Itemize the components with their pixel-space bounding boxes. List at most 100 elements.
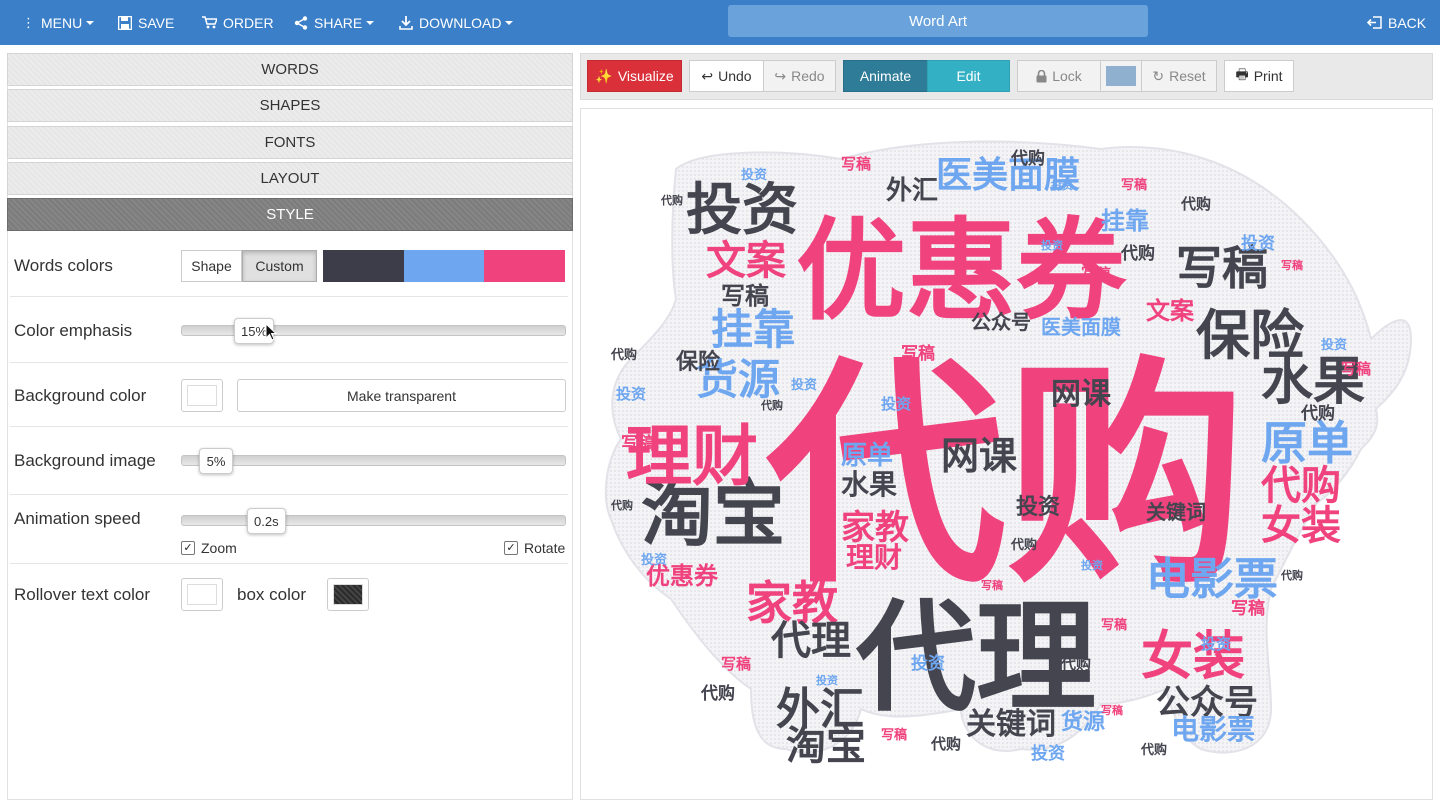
- cloud-word-small[interactable]: 写稿: [1081, 265, 1111, 283]
- accordion-style[interactable]: STYLE: [7, 198, 573, 231]
- accordion-words[interactable]: WORDS: [7, 53, 573, 86]
- cloud-word[interactable]: 写稿: [721, 282, 769, 310]
- edit-button[interactable]: Edit: [927, 60, 1010, 92]
- cloud-word-small[interactable]: 代购: [1010, 537, 1037, 553]
- lock-button[interactable]: Lock: [1017, 60, 1101, 92]
- cloud-word-small[interactable]: 代购: [1280, 568, 1303, 582]
- cloud-word[interactable]: 理财: [846, 541, 902, 574]
- animation-speed-handle[interactable]: 0.2s: [247, 508, 286, 534]
- zoom-checkbox[interactable]: ✓ Zoom: [181, 540, 237, 556]
- cloud-word[interactable]: 代理: [770, 618, 851, 664]
- cloud-word-small[interactable]: 代购: [1060, 655, 1091, 673]
- word-cloud-pig[interactable]: 代购优惠券代理淘宝理财水果保险投资原单电影票女装家教外汇医美面膜写稿文案挂靠货源…: [581, 109, 1432, 799]
- visualize-button[interactable]: ✨ Visualize: [587, 60, 682, 92]
- cloud-word[interactable]: 公众号: [971, 310, 1031, 334]
- background-image-handle[interactable]: 5%: [199, 448, 233, 474]
- cloud-word[interactable]: 水果: [841, 468, 897, 501]
- cloud-word-small[interactable]: 写稿: [1341, 360, 1371, 378]
- print-button[interactable]: 🖶 Print: [1224, 60, 1294, 92]
- cloud-word[interactable]: 外汇: [886, 176, 938, 206]
- cloud-word-small[interactable]: 投资: [616, 385, 646, 403]
- cloud-word[interactable]: 保险: [1196, 304, 1305, 367]
- cloud-word-small[interactable]: 写稿: [881, 727, 907, 743]
- cloud-word[interactable]: 理财: [626, 418, 758, 495]
- cloud-word[interactable]: 关键词: [1146, 500, 1206, 524]
- cloud-word-small[interactable]: 代购: [1120, 243, 1155, 264]
- cloud-word-small[interactable]: 写稿: [841, 155, 871, 173]
- cloud-word[interactable]: 医美面膜: [1041, 315, 1121, 339]
- cloud-word-small[interactable]: 代购: [930, 735, 961, 753]
- cloud-word[interactable]: 挂靠: [711, 305, 795, 354]
- cloud-word-small[interactable]: 写稿: [721, 655, 751, 673]
- cloud-word[interactable]: 原单: [841, 441, 893, 471]
- cloud-word-small[interactable]: 代购: [1180, 195, 1211, 213]
- box-color-picker[interactable]: [327, 578, 369, 611]
- cloud-word-small[interactable]: 投资: [1201, 635, 1231, 653]
- cloud-word[interactable]: 电影票: [1171, 713, 1255, 746]
- cloud-word[interactable]: 保险: [675, 349, 721, 375]
- cloud-word-small[interactable]: 写稿: [621, 433, 655, 454]
- cloud-word-small[interactable]: 投资: [1081, 558, 1103, 572]
- background-color-picker[interactable]: [181, 379, 223, 412]
- cloud-word[interactable]: 女装: [1261, 503, 1341, 549]
- cloud-word-small[interactable]: 投资: [641, 552, 667, 568]
- cloud-word[interactable]: 关键词: [966, 707, 1056, 742]
- cloud-word-small[interactable]: 写稿: [1101, 703, 1123, 717]
- cloud-word-small[interactable]: 投资: [816, 673, 838, 687]
- document-title[interactable]: Word Art: [728, 5, 1148, 37]
- cloud-word-small[interactable]: 代购: [1300, 403, 1335, 424]
- cloud-word-small[interactable]: 写稿: [1231, 598, 1265, 619]
- color-swatch-dark[interactable]: [323, 250, 404, 282]
- cloud-word-small[interactable]: 投资: [1051, 178, 1073, 192]
- cloud-word[interactable]: 文案: [1146, 297, 1195, 325]
- cloud-word-small[interactable]: 投资: [911, 653, 945, 674]
- cloud-word[interactable]: 网课: [1051, 377, 1112, 412]
- accordion-shapes[interactable]: SHAPES: [7, 89, 573, 122]
- cloud-word[interactable]: 电影票: [1146, 554, 1278, 605]
- order-button[interactable]: ORDER: [202, 0, 274, 45]
- cloud-word-small[interactable]: 投资: [741, 167, 767, 183]
- word-art-canvas[interactable]: 代购 优惠券 代理 淘宝 理财 水果 保险 投资 原单 电影票 女装 家教 外汇 医美面膜 写稿 文案 挂靠 货源…: [580, 108, 1433, 800]
- rollover-text-color-picker[interactable]: [181, 578, 223, 611]
- cloud-word-small[interactable]: 代购: [1140, 742, 1167, 758]
- cloud-word-small[interactable]: 代购: [1010, 148, 1045, 169]
- rotate-checkbox[interactable]: ✓ Rotate: [504, 540, 565, 556]
- cloud-word-small[interactable]: 投资: [881, 395, 911, 413]
- share-button[interactable]: SHARE: [294, 0, 375, 45]
- shape-colors-button[interactable]: Shape: [181, 250, 242, 282]
- cloud-word-small[interactable]: 代购: [700, 683, 735, 704]
- cloud-word[interactable]: 投资: [686, 178, 798, 243]
- cloud-word[interactable]: 淘宝: [786, 723, 866, 769]
- background-image-slider[interactable]: [181, 455, 566, 466]
- save-button[interactable]: SAVE: [118, 0, 174, 45]
- cloud-word[interactable]: 网课: [941, 434, 1017, 478]
- accordion-fonts[interactable]: FONTS: [7, 126, 573, 159]
- cloud-word-small[interactable]: 投资: [1041, 238, 1063, 252]
- cloud-word-small[interactable]: 代购: [660, 193, 683, 207]
- lock-color-button[interactable]: [1100, 60, 1142, 92]
- cloud-word-small[interactable]: 代购: [760, 398, 783, 412]
- cloud-word-small[interactable]: 写稿: [901, 343, 935, 364]
- download-button[interactable]: DOWNLOAD: [399, 0, 514, 45]
- color-swatch-blue[interactable]: [404, 250, 484, 282]
- cloud-word[interactable]: 挂靠: [1101, 207, 1149, 235]
- back-button[interactable]: BACK: [1367, 0, 1426, 45]
- menu-button[interactable]: ⋮ MENU: [22, 0, 95, 45]
- cloud-word[interactable]: 代购: [1260, 463, 1341, 509]
- cloud-word-small[interactable]: 写稿: [981, 578, 1003, 592]
- cloud-word-small[interactable]: 投资: [1241, 233, 1275, 254]
- custom-colors-button[interactable]: Custom: [242, 250, 317, 282]
- cloud-word-small[interactable]: 代购: [610, 347, 637, 363]
- cloud-word[interactable]: 原单: [1261, 416, 1353, 470]
- animation-speed-slider[interactable]: [181, 515, 566, 526]
- cloud-word-small[interactable]: 写稿: [1121, 177, 1147, 193]
- cloud-word[interactable]: 投资: [1016, 495, 1060, 520]
- cloud-word-small[interactable]: 投资: [1031, 743, 1065, 764]
- undo-button[interactable]: ↩ Undo: [689, 60, 764, 92]
- accordion-layout[interactable]: LAYOUT: [7, 162, 573, 195]
- redo-button[interactable]: ↪ Redo: [763, 60, 836, 92]
- cloud-word-small[interactable]: 投资: [1321, 337, 1347, 353]
- animate-button[interactable]: Animate: [843, 60, 928, 92]
- cloud-word-small[interactable]: 写稿: [1101, 617, 1127, 633]
- cloud-word-small[interactable]: 代购: [610, 498, 633, 512]
